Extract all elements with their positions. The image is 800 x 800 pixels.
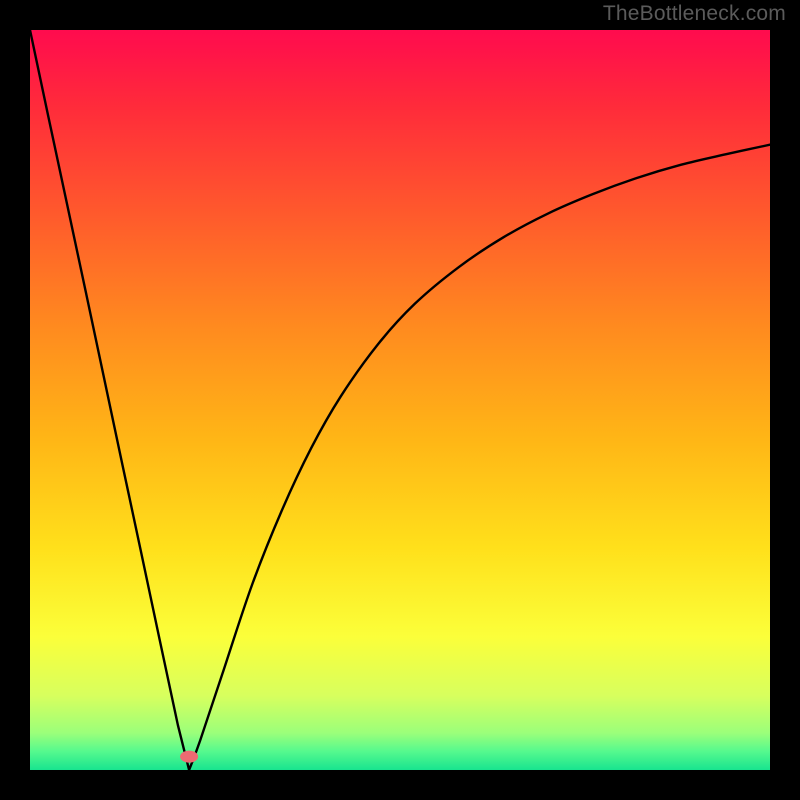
marker-dot	[180, 751, 198, 763]
chart-svg	[30, 30, 770, 770]
attribution-label: TheBottleneck.com	[603, 2, 786, 26]
gradient-background	[30, 30, 770, 770]
chart-frame: TheBottleneck.com	[0, 0, 800, 800]
